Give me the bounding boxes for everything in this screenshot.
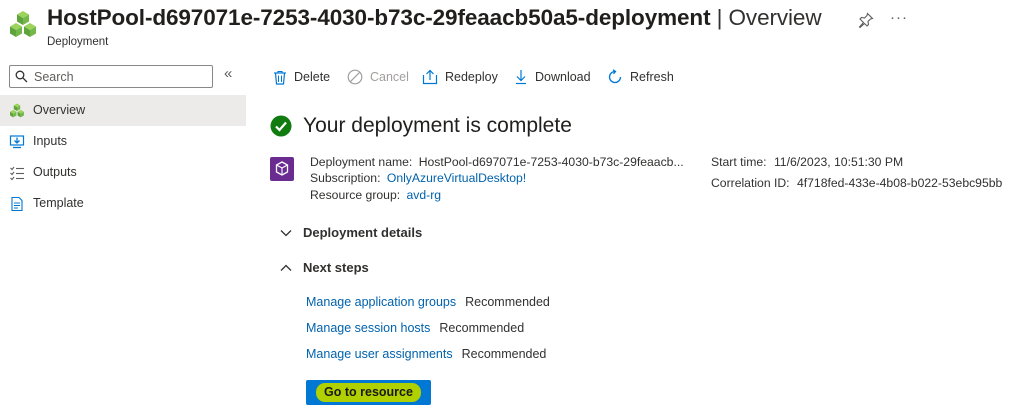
cancel-icon (347, 69, 363, 85)
start-time-row: Start time: 11/6/2023, 10:51:30 PM (711, 155, 903, 169)
page-title-main: HostPool-d697071e-7253-4030-b73c-29feaac… (47, 5, 711, 30)
inputs-icon (9, 135, 25, 149)
list-item: Manage session hosts Recommended (306, 321, 524, 335)
sidebar-item-template[interactable]: Template (0, 188, 246, 219)
correlation-id-row: Correlation ID: 4f718fed-433e-4b08-b022-… (711, 176, 1008, 190)
page-title-suffix: | Overview (710, 5, 822, 30)
cancel-button[interactable]: Cancel (347, 66, 409, 88)
template-icon (11, 196, 23, 212)
list-item: Manage application groups Recommended (306, 295, 550, 309)
recommended-tag: Recommended (439, 321, 525, 335)
template-deployment-icon (270, 157, 294, 181)
deployment-cubes-icon (10, 103, 24, 118)
subscription-link[interactable]: OnlyAzureVirtualDesktop! (387, 171, 526, 185)
list-item: Manage user assignments Recommended (306, 347, 546, 361)
redeploy-button[interactable]: Redeploy (422, 66, 498, 88)
collapse-sidebar-icon[interactable]: « (224, 65, 232, 82)
delete-label: Delete (294, 70, 331, 84)
refresh-icon (608, 69, 622, 84)
sidebar-item-overview[interactable]: Overview (0, 95, 246, 126)
manage-application-groups-link[interactable]: Manage application groups (306, 295, 456, 309)
sidebar-item-label: Overview (33, 103, 86, 117)
manage-user-assignments-link[interactable]: Manage user assignments (306, 347, 453, 361)
next-steps-toggle[interactable]: Next steps (280, 260, 369, 275)
more-options-icon[interactable]: ··· (890, 9, 908, 26)
refresh-button[interactable]: Refresh (607, 66, 674, 88)
download-icon (516, 70, 526, 85)
start-time-label: Start time: (711, 155, 767, 169)
subscription-label: Subscription: (310, 171, 381, 185)
cancel-label: Cancel (370, 70, 409, 84)
deployment-name-row: Deployment name: HostPool-d697071e-7253-… (310, 155, 684, 169)
sidebar-item-label: Template (33, 196, 84, 210)
deployment-details-toggle[interactable]: Deployment details (280, 225, 422, 240)
chevron-down-icon (280, 229, 292, 236)
success-check-icon (270, 115, 292, 137)
deployment-cubes-icon (10, 11, 36, 37)
search-placeholder: Search (34, 70, 74, 84)
next-steps-label: Next steps (303, 260, 369, 275)
chevron-up-icon (280, 264, 292, 271)
redeploy-label: Redeploy (445, 70, 498, 84)
resource-group-row: Resource group: avd-rg (310, 188, 441, 202)
deployment-name-label: Deployment name: (310, 155, 413, 169)
deployment-details-label: Deployment details (303, 225, 423, 240)
sidebar-item-outputs[interactable]: Outputs (0, 157, 246, 188)
correlation-id-label: Correlation ID: (711, 176, 790, 190)
sidebar-item-label: Inputs (33, 134, 68, 148)
recommended-tag: Recommended (461, 347, 547, 361)
sidebar-item-label: Outputs (33, 165, 77, 179)
start-time-value: 11/6/2023, 10:51:30 PM (773, 155, 904, 169)
page-title: HostPool-d697071e-7253-4030-b73c-29feaac… (47, 5, 822, 31)
outputs-icon (10, 166, 24, 181)
sidebar-item-inputs[interactable]: Inputs (0, 126, 246, 157)
correlation-id-value: 4f718fed-433e-4b08-b022-53ebc95bb (796, 176, 1003, 190)
download-button[interactable]: Download (514, 66, 591, 88)
pin-icon[interactable] (858, 12, 874, 28)
resource-group-link[interactable]: avd-rg (407, 188, 442, 202)
go-to-resource-label: Go to resource (324, 385, 413, 399)
search-icon (15, 70, 28, 83)
search-input[interactable]: Search (9, 65, 213, 88)
subscription-row: Subscription: OnlyAzureVirtualDesktop! (310, 171, 526, 185)
download-label: Download (535, 70, 591, 84)
delete-button[interactable]: Delete (273, 66, 330, 88)
recommended-tag: Recommended (465, 295, 550, 309)
page-subtitle: Deployment (47, 36, 109, 48)
manage-session-hosts-link[interactable]: Manage session hosts (306, 321, 430, 335)
trash-icon (274, 70, 286, 85)
upload-icon (422, 69, 438, 85)
refresh-label: Refresh (630, 70, 674, 84)
deployment-name-value: HostPool-d697071e-7253-4030-b73c-29feaac… (418, 155, 684, 169)
go-to-resource-button[interactable]: Go to resource (306, 380, 431, 405)
resource-group-label: Resource group: (310, 188, 401, 202)
deployment-status-message: Your deployment is complete (303, 114, 572, 137)
